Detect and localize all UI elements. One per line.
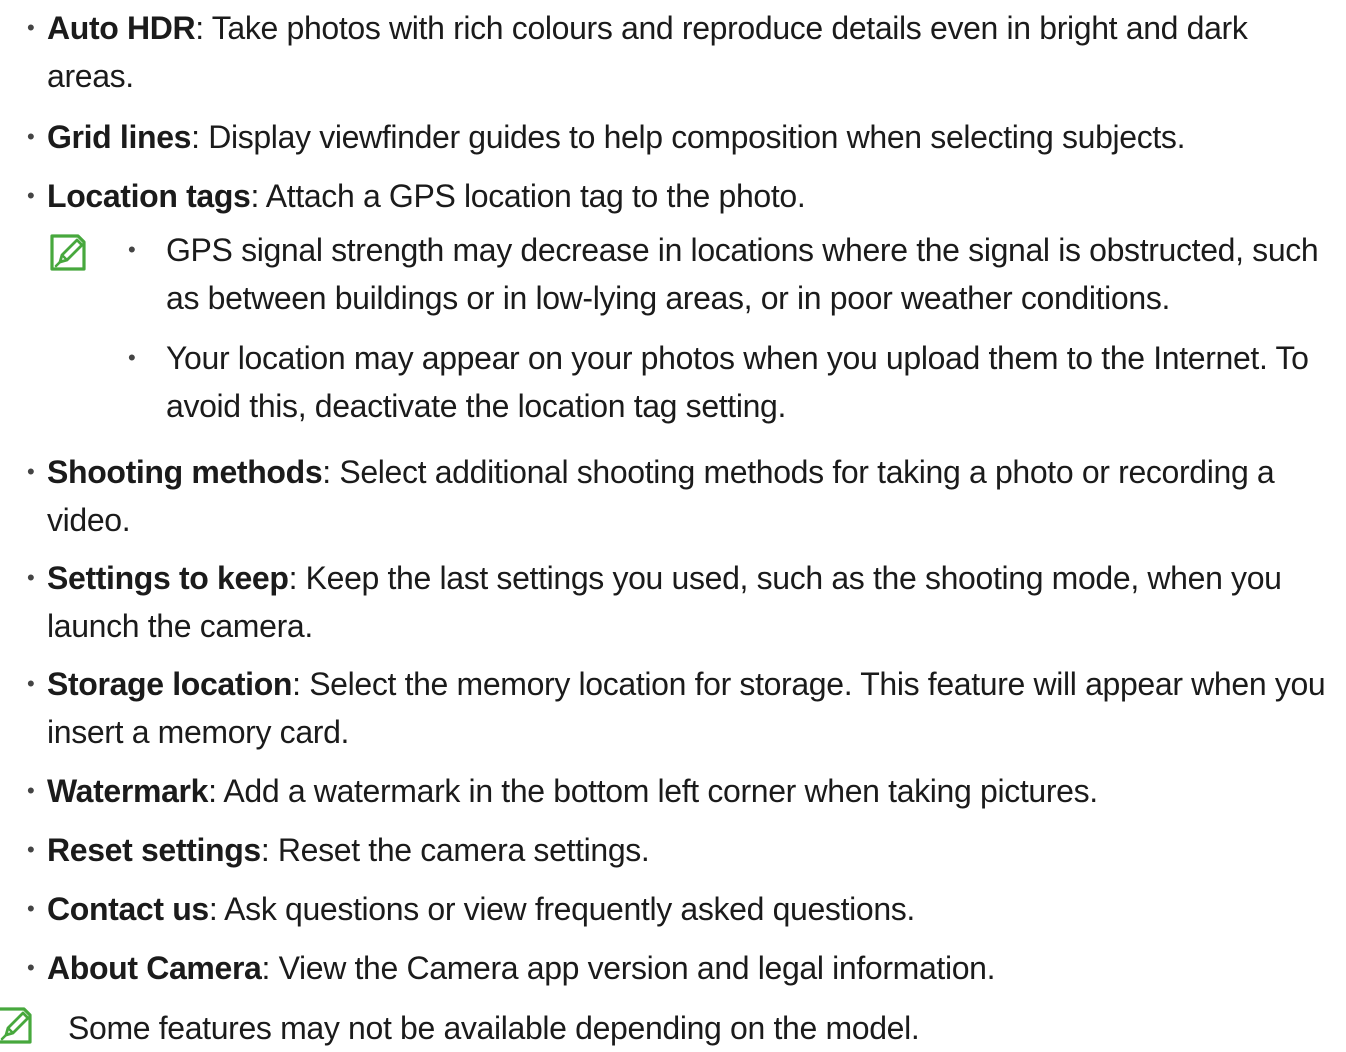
footnote-text: Some features may not be available depen… bbox=[68, 1010, 920, 1046]
manual-page: • Auto HDR: Take photos with rich colour… bbox=[0, 0, 1346, 1050]
note-pencil-icon bbox=[50, 234, 86, 271]
item-term: Auto HDR bbox=[47, 10, 196, 46]
item-text: Shooting methods: Select additional shoo… bbox=[47, 448, 1327, 544]
item-text: About Camera: View the Camera app versio… bbox=[47, 944, 1327, 992]
note-item-text: GPS signal strength may decrease in loca… bbox=[166, 232, 1319, 316]
item-text: Grid lines: Display viewfinder guides to… bbox=[47, 113, 1327, 161]
item-description: : Reset the camera settings. bbox=[260, 832, 650, 868]
item-text: Settings to keep: Keep the last settings… bbox=[47, 554, 1327, 650]
item-description: : Add a watermark in the bottom left cor… bbox=[208, 773, 1098, 809]
item-text: Watermark: Add a watermark in the bottom… bbox=[47, 767, 1327, 815]
item-term: Shooting methods bbox=[47, 454, 323, 490]
item-text: Auto HDR: Take photos with rich colours … bbox=[47, 4, 1327, 100]
item-term: Grid lines bbox=[47, 119, 192, 155]
item-text: Location tags: Attach a GPS location tag… bbox=[47, 172, 1327, 220]
item-term: Watermark bbox=[47, 773, 209, 809]
item-term: About Camera bbox=[47, 950, 262, 986]
item-description: : Attach a GPS location tag to the photo… bbox=[250, 178, 806, 214]
note-item-text: Your location may appear on your photos … bbox=[166, 340, 1309, 424]
item-description: : View the Camera app version and legal … bbox=[261, 950, 996, 986]
bullet: • bbox=[27, 183, 35, 208]
bullet: • bbox=[27, 896, 35, 921]
item-term: Reset settings bbox=[47, 832, 261, 868]
bullet: • bbox=[27, 955, 35, 980]
bullet: • bbox=[27, 671, 35, 696]
item-term: Storage location bbox=[47, 666, 293, 702]
item-description: : Display viewfinder guides to help comp… bbox=[191, 119, 1186, 155]
bullet: • bbox=[27, 837, 35, 862]
item-term: Contact us bbox=[47, 891, 209, 927]
bullet: • bbox=[128, 237, 136, 262]
bullet: • bbox=[27, 565, 35, 590]
item-text: Contact us: Ask questions or view freque… bbox=[47, 885, 1327, 933]
item-term: Location tags bbox=[47, 178, 251, 214]
item-description: : Ask questions or view frequently asked… bbox=[208, 891, 915, 927]
item-description: : Take photos with rich colours and repr… bbox=[47, 10, 1248, 94]
item-text: Reset settings: Reset the camera setting… bbox=[47, 826, 1327, 874]
bullet: • bbox=[27, 459, 35, 484]
bullet: • bbox=[27, 124, 35, 149]
bullet: • bbox=[27, 778, 35, 803]
bullet: • bbox=[27, 15, 35, 40]
note-pencil-icon bbox=[0, 1007, 32, 1044]
item-text: Storage location: Select the memory loca… bbox=[47, 660, 1327, 756]
item-term: Settings to keep bbox=[47, 560, 289, 596]
bullet: • bbox=[128, 345, 136, 370]
